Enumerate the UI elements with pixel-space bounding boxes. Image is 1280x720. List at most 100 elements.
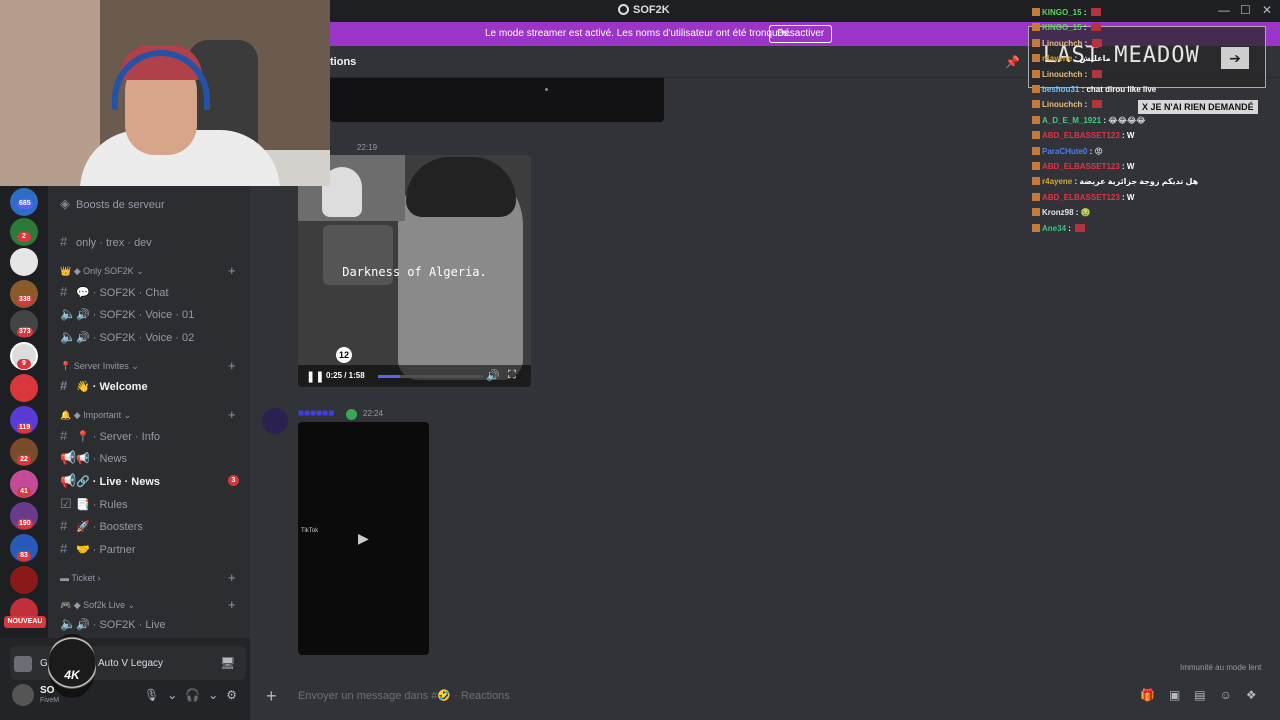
username[interactable]: SO xyxy=(40,685,54,696)
message-composer: + Envoyer un message dans #🤣 · Reactions… xyxy=(250,678,1280,720)
stream-chat-line: Ane34 : xyxy=(1032,223,1086,233)
logo-text: 4K xyxy=(64,668,80,682)
add-channel-icon[interactable]: + xyxy=(228,570,236,585)
activity-name: Auto V Legacy xyxy=(98,658,164,669)
channel-item[interactable]: # only · trex · dev xyxy=(60,234,152,249)
window-title-text: SOF2K xyxy=(633,4,670,16)
message-input[interactable]: Envoyer un message dans #🤣 · Reactions xyxy=(298,689,510,702)
stream-chat-overlay: LAST MEADOW ➔ KINGO_15 : KINGO_15 : Lino… xyxy=(1028,0,1280,240)
new-badge: NOUVEAU xyxy=(4,616,46,628)
screen-share-icon[interactable]: 🖥 xyxy=(220,656,235,670)
video-controls: ❚❚ 0:25 / 1:58 🔊 ⛶ xyxy=(298,365,531,387)
voice-channel-item[interactable]: 🔈🔊 · SOF2K · Voice · 01 xyxy=(60,306,194,322)
pin-icon[interactable]: 📌 xyxy=(1005,55,1020,69)
mention-badge: 3 xyxy=(228,475,239,486)
channel-label: 📑 · Rules xyxy=(76,499,128,511)
stream-chat-line: ABD_ELBASSET123 : W xyxy=(1032,162,1134,171)
rules-channel-item[interactable]: ☑ 📑 · Rules xyxy=(60,496,128,512)
tiktok-video-embed[interactable]: TikTok ▶ xyxy=(298,422,429,655)
composer-icons[interactable]: 🎁▣▤☺❖ xyxy=(1140,688,1271,702)
play-icon[interactable]: ▶ xyxy=(358,530,369,547)
stream-chat-line: KINGO_15 : xyxy=(1032,8,1101,17)
activity-card[interactable]: G Auto V Legacy 🖥 xyxy=(10,646,246,680)
stream-chat-line: KINGO_15 : xyxy=(1032,23,1101,32)
channel-item[interactable]: # 🚀 · Boosters xyxy=(60,518,143,533)
user-panel: G Auto V Legacy 🖥 SO FiveM 🎙⌄🎧⌄⚙ xyxy=(0,638,250,720)
stream-chat-line: Linouchch : xyxy=(1032,100,1102,109)
server-badge: 83 xyxy=(17,551,31,561)
fullscreen-icon[interactable]: ⛶ xyxy=(508,369,516,382)
hash-icon: # xyxy=(60,541,68,556)
channel-label: only · trex · dev xyxy=(76,237,152,249)
webcam-overlay xyxy=(0,0,330,186)
stream-chat-line: r4ayene : ماعليش xyxy=(1032,54,1111,63)
category-server-invites[interactable]: 📍 Server Invites ⌄ + xyxy=(60,358,236,373)
category-ticket[interactable]: ▬ Ticket › + xyxy=(60,570,236,585)
announcement-channel-item[interactable]: 📢🔗 · Live · News xyxy=(60,473,160,489)
megaphone-icon: 📢 xyxy=(60,450,77,465)
avatar[interactable] xyxy=(262,408,288,434)
disable-streamer-mode-button[interactable]: Désactiver xyxy=(769,25,833,43)
chat-username: ABD_ELBASSET123 xyxy=(1042,192,1120,202)
video-progress-fill xyxy=(378,375,401,378)
category-important[interactable]: 🔔 ◆ Important ⌄ + xyxy=(60,407,236,422)
not-asked-label: X JE N'AI RIEN DEMANDÉ xyxy=(1138,100,1258,114)
add-channel-icon[interactable]: + xyxy=(228,358,236,373)
username-hidden[interactable]: ■■■■■■ xyxy=(298,408,334,419)
channel-item[interactable]: # 🤝 · Partner xyxy=(60,541,136,556)
voice-channel-item[interactable]: 🔈🔊 · SOF2K · Voice · 02 xyxy=(60,329,194,345)
speaker-icon: 🔈 xyxy=(60,306,77,321)
channel-item[interactable]: # 👋 · Welcome xyxy=(60,378,148,393)
add-channel-icon[interactable]: + xyxy=(228,263,236,278)
chat-username: Linouchch xyxy=(1042,100,1083,110)
age-rating-badge: 12 xyxy=(336,347,352,363)
server-badge: 22 xyxy=(17,455,31,465)
previous-video-embed[interactable] xyxy=(330,78,664,122)
server-badge: 2 xyxy=(17,232,31,242)
server-icon[interactable] xyxy=(10,374,38,402)
category-sof2k-live[interactable]: 🎮 ◆ Sof2k Live ⌄ + xyxy=(60,597,236,612)
chat-message: W xyxy=(1126,131,1135,141)
role-badge-icon xyxy=(346,409,357,420)
volume-icon[interactable]: 🔊 xyxy=(486,369,500,382)
server-badge: 41 xyxy=(17,487,31,497)
channel-item[interactable]: # 📍 · Server · Info xyxy=(60,428,160,443)
boost-item[interactable]: ◈ Boosts de serveur xyxy=(60,196,165,212)
category-only-sof2k[interactable]: 👑 ◆ Only SOF2K ⌄ + xyxy=(60,263,236,278)
server-icon[interactable] xyxy=(10,566,38,594)
chat-message: ماعليش xyxy=(1079,54,1111,64)
add-channel-icon[interactable]: + xyxy=(228,407,236,422)
channel-label: 🚀 · Boosters xyxy=(76,521,143,533)
chat-username: Linouchch xyxy=(1042,38,1083,48)
channel-item[interactable]: # 💬 · SOF2K · Chat xyxy=(60,284,169,299)
hash-icon: # xyxy=(60,284,68,299)
chat-badge-icon xyxy=(1032,192,1040,201)
discord-window: SOF2K — ☐ ✕ Le mode streamer est activé.… xyxy=(0,0,1280,720)
voice-controls[interactable]: 🎙⌄🎧⌄⚙ xyxy=(144,688,245,702)
add-attachment-icon[interactable]: + xyxy=(266,686,277,707)
channel-label: 🔗 · Live · News xyxy=(76,476,160,488)
stream-chat-line: ParaCHute0 : 😡 xyxy=(1032,146,1103,156)
chat-message: chat dirou like live xyxy=(1086,85,1157,94)
message-timestamp: 22:24 xyxy=(363,409,384,418)
channel-label: 🤝 · Partner xyxy=(76,544,136,556)
add-channel-icon[interactable]: + xyxy=(228,597,236,612)
voice-channel-item[interactable]: 🔈🔊 · SOF2K · Live xyxy=(60,616,166,632)
category-label: Ticket xyxy=(71,573,96,583)
pause-icon[interactable]: ❚❚ xyxy=(306,370,324,383)
hash-icon: # xyxy=(60,518,68,533)
4k-logo: 4K xyxy=(48,634,96,698)
user-avatar[interactable] xyxy=(12,684,34,706)
chat-separator: : xyxy=(1119,162,1127,171)
chat-username: beshou31 xyxy=(1042,85,1080,94)
announcement-channel-item[interactable]: 📢📢 · News xyxy=(60,450,127,466)
speaker-icon: 🔈 xyxy=(60,329,77,344)
video-progress-bar[interactable] xyxy=(378,375,483,378)
chat-message: 😂😂😂😂 xyxy=(1108,115,1146,125)
stream-chat-line: r4ayene : هل تديكم زوجة جزائرية عريضة xyxy=(1032,177,1198,186)
server-icon[interactable] xyxy=(10,248,38,276)
category-label: Server Invites xyxy=(73,361,129,371)
category-label: Only SOF2K xyxy=(83,266,134,276)
video-embed[interactable]: Darkness of Algeria. 12 ❚❚ 0:25 / 1:58 🔊… xyxy=(298,155,531,387)
chat-username: Linouchch xyxy=(1042,69,1083,79)
